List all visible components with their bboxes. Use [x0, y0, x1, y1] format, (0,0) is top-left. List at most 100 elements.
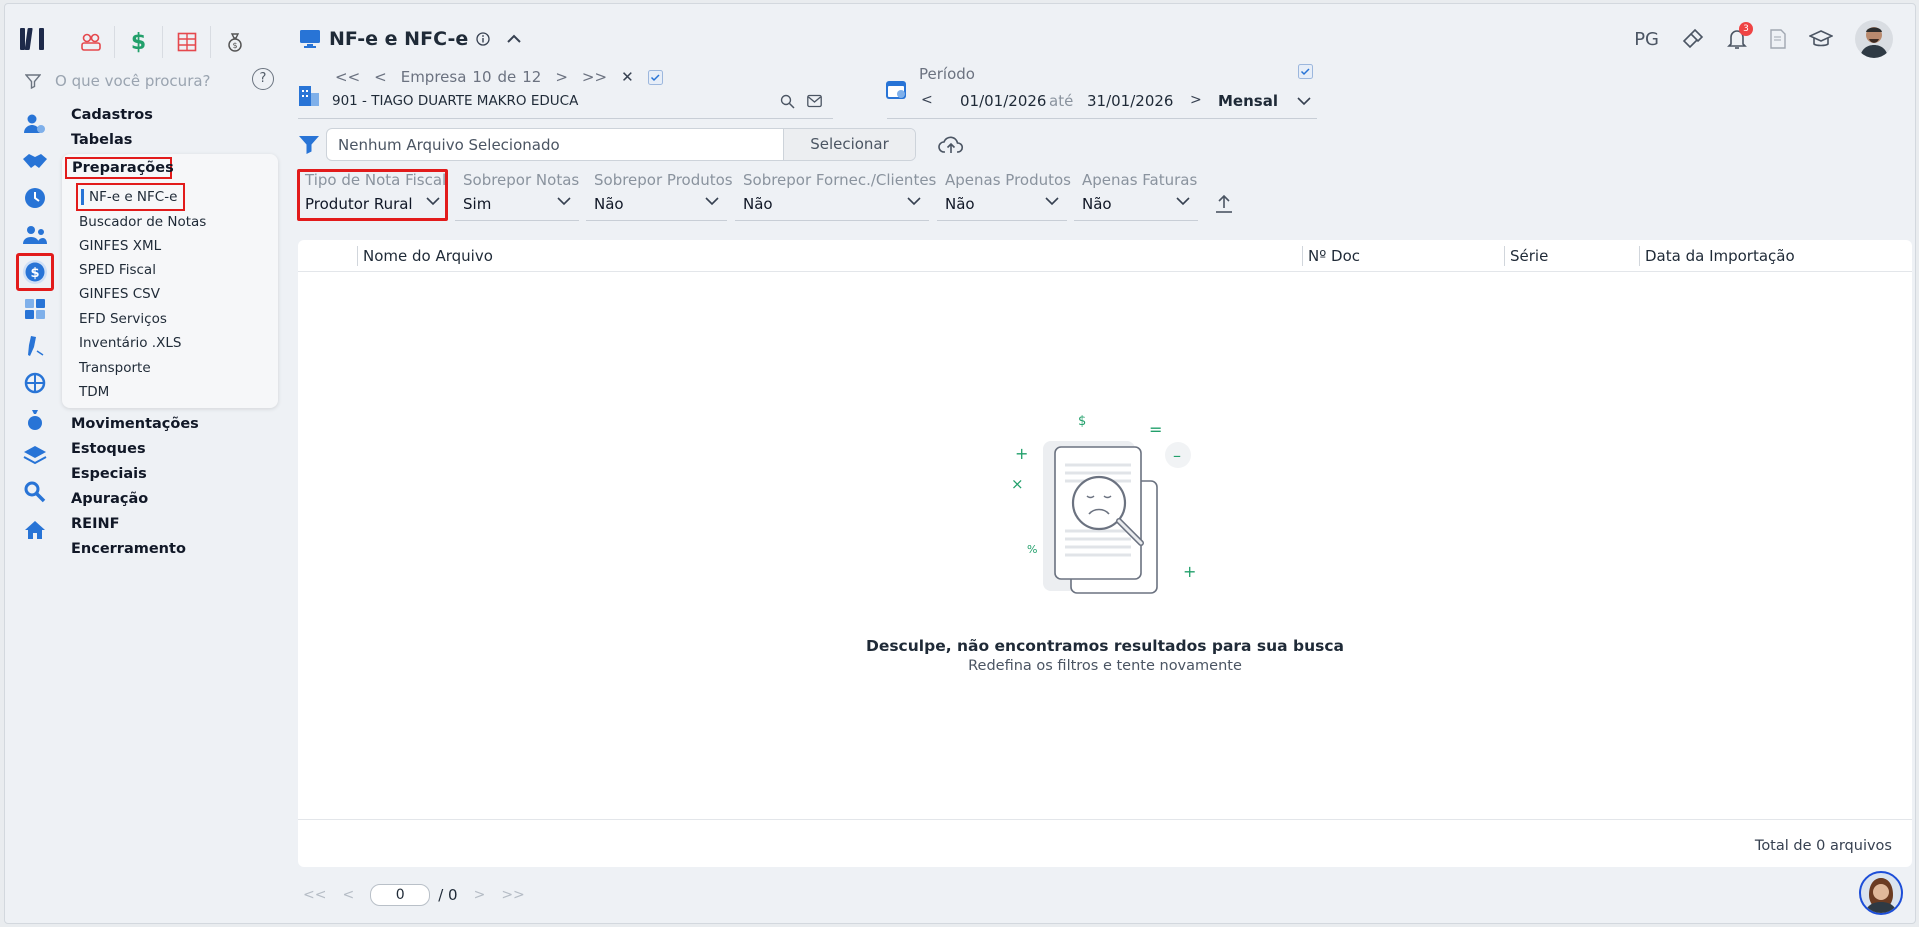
col-nome-arquivo[interactable]: Nome do Arquivo [357, 246, 493, 266]
calculator-icon[interactable] [19, 293, 51, 325]
sub-item-transporte[interactable]: Transporte [79, 358, 151, 378]
help-icon[interactable]: ? [252, 68, 274, 90]
menu-encerramento[interactable]: Encerramento [71, 538, 199, 563]
last-empresa-button[interactable]: >> [582, 68, 607, 86]
last-page-button[interactable]: >> [501, 887, 524, 903]
menu-cadastros[interactable]: Cadastros [71, 104, 153, 129]
pen-icon[interactable] [19, 330, 51, 362]
assistant-avatar[interactable] [1859, 871, 1903, 915]
periodo-checkbox[interactable] [1298, 64, 1313, 79]
page-number-input[interactable] [370, 884, 431, 906]
sub-item-buscador[interactable]: Buscador de Notas [79, 212, 206, 232]
moneybag-icon[interactable] [19, 404, 51, 436]
menu-especiais[interactable]: Especiais [71, 463, 199, 488]
sub-item-sped-fiscal[interactable]: SPED Fiscal [79, 260, 156, 280]
sub-item-inventario[interactable]: Inventário .XLS [79, 333, 181, 353]
periodo-field: < 01/01/2026 até 31/01/2026 > Mensal [887, 89, 1317, 119]
user-avatar[interactable] [1855, 20, 1893, 58]
layers-icon[interactable] [19, 439, 51, 471]
user-settings-icon[interactable] [19, 108, 51, 140]
user-initials[interactable]: PG [1634, 29, 1659, 50]
chevron-down-icon [1176, 197, 1190, 206]
chevron-down-icon [557, 197, 571, 206]
sub-item-ginfes-xml[interactable]: GINFES XML [79, 236, 161, 256]
broom-icon[interactable] [1681, 28, 1705, 50]
next-page-button[interactable]: > [474, 887, 486, 903]
period-start-date[interactable]: 01/01/2026 [960, 92, 1046, 110]
empty-state-illustration: $ = – + × % + [1003, 413, 1203, 613]
funnel-icon[interactable] [298, 135, 320, 155]
menu-preparacoes[interactable]: Preparações [65, 157, 174, 179]
document-icon[interactable] [1769, 29, 1787, 49]
menu-estoques[interactable]: Estoques [71, 438, 199, 463]
search-input[interactable]: O que você procura? [55, 72, 211, 90]
empresa-label: Empresa [400, 68, 467, 86]
mail-icon[interactable] [807, 94, 822, 108]
grid-module-icon[interactable] [163, 26, 211, 58]
home-icon[interactable] [19, 514, 51, 546]
menu-tabelas[interactable]: Tabelas [71, 129, 153, 154]
filter-apenas-faturas[interactable]: Apenas Faturas Não [1074, 169, 1198, 221]
col-n-doc[interactable]: Nº Doc [1302, 246, 1360, 266]
filter-apenas-produtos[interactable]: Apenas Produtos Não [937, 169, 1071, 221]
period-mode-select[interactable]: Mensal [1218, 92, 1278, 110]
first-page-button[interactable]: << [303, 887, 326, 903]
sub-item-ginfes-csv[interactable]: GINFES CSV [79, 284, 160, 304]
filter-label: Sobrepor Produtos [594, 171, 733, 189]
sub-item-nfe-nfce[interactable]: NF-e e NFC-e [76, 183, 185, 211]
notifications-icon[interactable]: 3 [1727, 22, 1753, 50]
select-file-button[interactable]: Selecionar [783, 129, 915, 160]
col-serie[interactable]: Série [1504, 246, 1548, 266]
menu-apuracao[interactable]: Apuração [71, 488, 199, 513]
menu-reinf[interactable]: REINF [71, 513, 199, 538]
filter-label: Apenas Faturas [1082, 171, 1198, 189]
chevron-down-icon [907, 197, 921, 206]
file-input[interactable]: Nenhum Arquivo Selecionado Selecionar [326, 128, 916, 161]
graduation-cap-icon[interactable] [1809, 29, 1833, 49]
empresa-field[interactable]: 901 - TIAGO DUARTE MAKRO EDUCA [298, 86, 833, 119]
filter-value: Sim [463, 195, 492, 213]
network-icon[interactable] [19, 367, 51, 399]
first-empresa-button[interactable]: << [335, 68, 360, 86]
filter-sobrepor-notas[interactable]: Sobrepor Notas Sim [455, 169, 579, 221]
app-logo[interactable] [19, 26, 47, 52]
svg-text:+: + [1015, 444, 1028, 463]
file-placeholder: Nenhum Arquivo Selecionado [338, 135, 560, 154]
clear-empresa-icon[interactable]: ✕ [621, 68, 634, 86]
menu-movimentacoes[interactable]: Movimentações [71, 413, 199, 438]
sub-item-tdm[interactable]: TDM [79, 382, 109, 402]
cloud-upload-icon[interactable] [938, 135, 964, 155]
moneybag-module-icon[interactable]: $ [211, 26, 259, 58]
filter-sobrepor-produtos[interactable]: Sobrepor Produtos Não [586, 169, 733, 221]
menu-search[interactable]: O que você procura? [25, 70, 281, 92]
chevron-down-icon[interactable] [1297, 97, 1311, 106]
clock-icon[interactable] [19, 182, 51, 214]
svg-text:×: × [1011, 475, 1024, 493]
dollar-module-icon[interactable]: $ [115, 26, 163, 58]
filter-value: Produtor Rural [305, 195, 413, 213]
filter-sobrepor-fornec[interactable]: Sobrepor Fornec./Clientes Não [735, 169, 936, 221]
col-data-importacao[interactable]: Data da Importação [1639, 246, 1795, 266]
prev-empresa-button[interactable]: < [374, 68, 387, 86]
total-files: Total de 0 arquivos [1754, 838, 1892, 854]
info-icon[interactable] [476, 32, 490, 46]
next-empresa-button[interactable]: > [555, 68, 568, 86]
collapse-chevron-icon[interactable] [506, 34, 522, 44]
filter-tipo-nota[interactable]: Tipo de Nota Fiscal Produtor Rural [297, 169, 448, 221]
period-end-date[interactable]: 31/01/2026 [1087, 92, 1173, 110]
filter-icon [25, 73, 41, 89]
next-period-button[interactable]: > [1190, 92, 1202, 108]
people-module-icon[interactable] [67, 26, 115, 58]
handshake-icon[interactable] [19, 145, 51, 177]
finance-icon[interactable]: $ [16, 253, 54, 291]
magnifier-icon[interactable] [19, 476, 51, 508]
users-icon[interactable] [19, 219, 51, 251]
prev-page-button[interactable]: < [342, 887, 354, 903]
filter-label: Apenas Produtos [945, 171, 1071, 189]
search-icon[interactable] [780, 94, 795, 109]
prev-period-button[interactable]: < [921, 92, 933, 108]
export-icon[interactable] [1215, 194, 1233, 214]
sub-item-efd-servicos[interactable]: EFD Serviços [79, 309, 167, 329]
filter-underline [586, 220, 727, 221]
empresa-checkbox[interactable] [647, 69, 663, 85]
